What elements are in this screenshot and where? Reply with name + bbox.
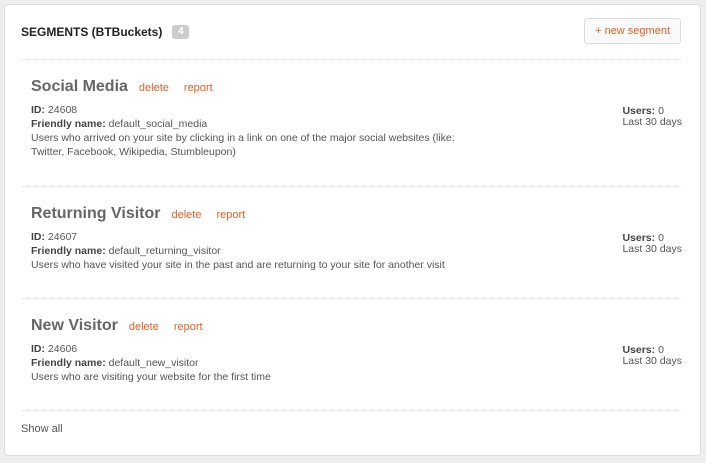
- stats-period: Last 30 days: [622, 243, 682, 255]
- panel-header: SEGMENTS (BTBuckets) 4: [21, 23, 190, 41]
- segment-stats: Users: 0 Last 30 days: [622, 233, 682, 255]
- show-all-link[interactable]: Show all: [21, 423, 63, 435]
- report-link[interactable]: report: [184, 82, 213, 94]
- segment-friendly-name: default_social_media: [108, 118, 208, 130]
- segment-friendly-row: Friendly name: default_social_media: [31, 117, 471, 131]
- segment-stats: Users: 0 Last 30 days: [622, 106, 682, 128]
- segment-id: 24607: [47, 231, 78, 243]
- segment-item: Social Media delete report ID: 24608 Fri…: [21, 60, 682, 187]
- segment-meta: ID: 24606 Friendly name: default_new_vis…: [31, 342, 471, 384]
- segment-id-row: ID: 24608: [31, 103, 471, 117]
- segment-friendly-name: default_returning_visitor: [108, 245, 221, 257]
- segment-id-row: ID: 24607: [31, 230, 471, 244]
- segment-friendly-label: Friendly name:: [31, 357, 106, 369]
- segment-name: Returning Visitor: [31, 205, 161, 222]
- segment-description: Users who are visiting your website for …: [31, 371, 271, 383]
- new-segment-button[interactable]: + new segment: [584, 18, 681, 44]
- segment-description: Users who arrived on your site by clicki…: [31, 132, 455, 158]
- segment-friendly-row: Friendly name: default_returning_visitor: [31, 244, 471, 258]
- segment-friendly-label: Friendly name:: [31, 118, 106, 130]
- delete-link[interactable]: delete: [172, 209, 202, 221]
- stats-period: Last 30 days: [622, 116, 682, 128]
- stats-period: Last 30 days: [622, 355, 682, 367]
- segment-item: New Visitor delete report ID: 24606 Frie…: [21, 299, 682, 411]
- segment-id-label: ID:: [31, 343, 45, 355]
- segment-meta: ID: 24608 Friendly name: default_social_…: [31, 103, 471, 159]
- segment-id-label: ID:: [31, 104, 45, 116]
- segment-name: Social Media: [31, 78, 128, 95]
- segment-name: New Visitor: [31, 317, 118, 334]
- segment-friendly-name: default_new_visitor: [108, 357, 199, 369]
- segment-id-row: ID: 24606: [31, 342, 471, 356]
- segment-friendly-row: Friendly name: default_new_visitor: [31, 356, 471, 370]
- segment-id: 24608: [47, 104, 78, 116]
- segment-id: 24606: [47, 343, 78, 355]
- segment-item: Returning Visitor delete report ID: 2460…: [21, 187, 682, 299]
- segment-heading: Returning Visitor delete report: [31, 205, 245, 223]
- segment-count-badge: 4: [172, 25, 190, 39]
- report-link[interactable]: report: [174, 321, 203, 333]
- segments-panel: SEGMENTS (BTBuckets) 4 + new segment Soc…: [4, 4, 701, 456]
- segment-heading: Social Media delete report: [31, 78, 213, 96]
- page-title: SEGMENTS (BTBuckets): [21, 25, 163, 39]
- segment-stats: Users: 0 Last 30 days: [622, 345, 682, 367]
- segment-meta: ID: 24607 Friendly name: default_returni…: [31, 230, 471, 272]
- segment-description: Users who have visited your site in the …: [31, 259, 445, 271]
- segment-list: Social Media delete report ID: 24608 Fri…: [21, 59, 682, 411]
- report-link[interactable]: report: [216, 209, 245, 221]
- delete-link[interactable]: delete: [129, 321, 159, 333]
- segment-friendly-label: Friendly name:: [31, 245, 106, 257]
- delete-link[interactable]: delete: [139, 82, 169, 94]
- segment-id-label: ID:: [31, 231, 45, 243]
- segment-heading: New Visitor delete report: [31, 317, 203, 335]
